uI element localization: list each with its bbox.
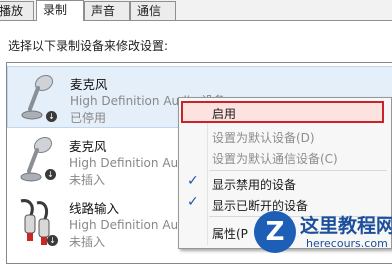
menu-divider bbox=[209, 170, 387, 171]
device-name: 麦克风 bbox=[70, 77, 108, 92]
menu-item-set-default-comm[interactable]: 设置为默认通信设备(C) bbox=[212, 150, 338, 167]
device-status: 未插入 bbox=[69, 173, 106, 187]
tab-playback[interactable]: 播放 bbox=[0, 1, 34, 20]
watermark-url: herecours.com bbox=[306, 237, 388, 250]
tab-bar: 播放 录制 声音 通信 bbox=[0, 0, 392, 21]
disabled-down-arrow-icon: ↓ bbox=[46, 111, 57, 122]
menu-item-enable[interactable]: 启用 bbox=[212, 105, 236, 122]
device-name: 麦克风 bbox=[69, 139, 107, 154]
device-status: 已停用 bbox=[70, 111, 107, 125]
menu-item-properties[interactable]: 属性(P bbox=[212, 225, 248, 242]
device-name: 线路输入 bbox=[69, 201, 120, 216]
menu-item-set-default[interactable]: 设置为默认设备(D) bbox=[212, 129, 315, 146]
tab-communications[interactable]: 通信 bbox=[130, 1, 176, 20]
tab-recording[interactable]: 录制 bbox=[36, 0, 84, 21]
watermark: Z 这里教程网 herecours.com bbox=[254, 207, 392, 255]
tab-sounds[interactable]: 声音 bbox=[84, 1, 130, 20]
instruction-text: 选择以下录制设备来修改设置: bbox=[8, 39, 169, 53]
watermark-logo-icon: Z bbox=[254, 211, 296, 253]
device-status: 未插入 bbox=[69, 235, 106, 249]
checkmark-icon: ✓ bbox=[187, 194, 199, 210]
unplugged-down-arrow-icon: ↓ bbox=[47, 235, 58, 246]
unplugged-down-arrow-icon: ↓ bbox=[45, 169, 56, 180]
checkmark-icon: ✓ bbox=[187, 173, 199, 189]
watermark-title: 这里教程网 bbox=[300, 215, 392, 237]
menu-item-show-disabled[interactable]: 显示禁用的设备 bbox=[212, 176, 296, 193]
